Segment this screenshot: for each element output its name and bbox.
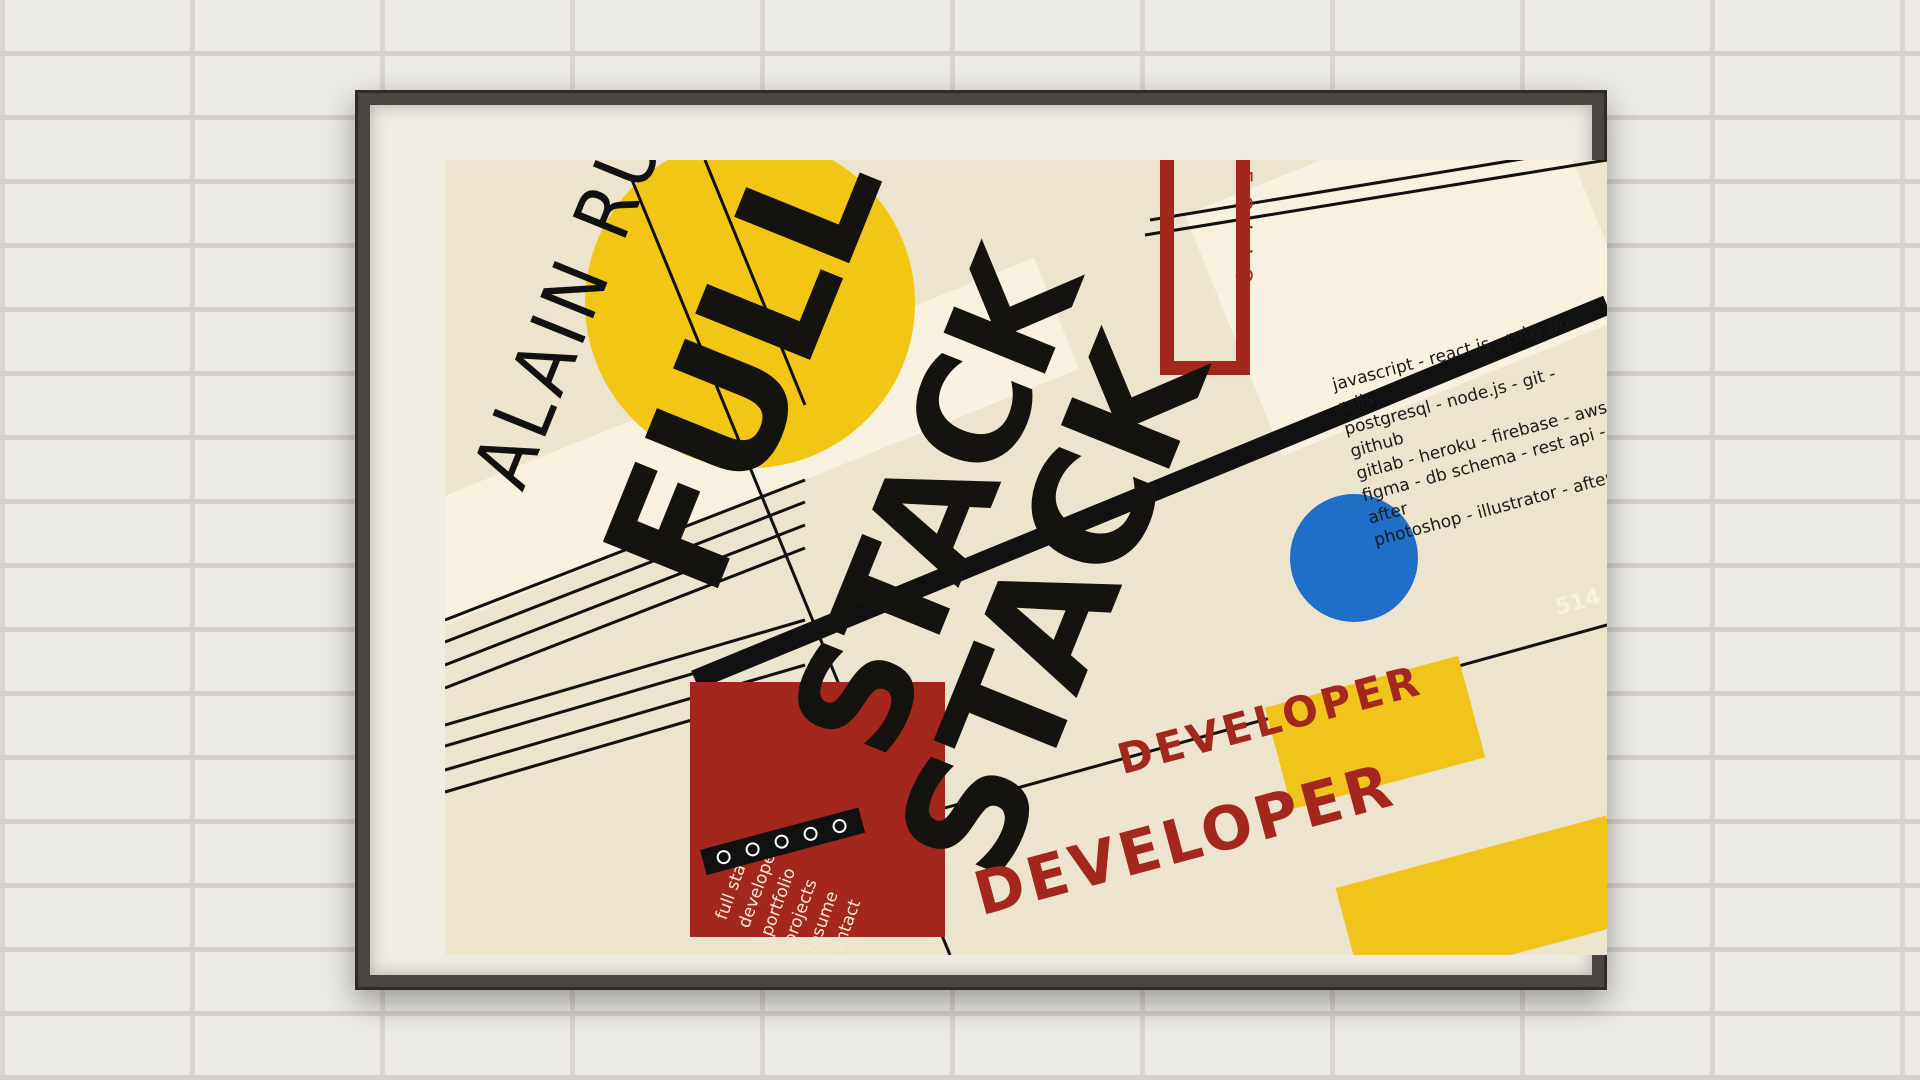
nav-dot-icon[interactable]: [830, 817, 849, 835]
frame-mat: FOLIO ALAIN RUSNOV FULL STACK STACK DEVE…: [370, 105, 1607, 975]
poster: FOLIO ALAIN RUSNOV FULL STACK STACK DEVE…: [445, 160, 1607, 955]
nav-dot-icon[interactable]: [773, 833, 791, 851]
nav-dot-icon[interactable]: [802, 825, 820, 843]
nav-dot-icon[interactable]: [715, 848, 733, 866]
nav-dot-icon[interactable]: [744, 840, 762, 858]
folio-label: FOLIO: [1230, 170, 1255, 297]
picture-frame: FOLIO ALAIN RUSNOV FULL STACK STACK DEVE…: [355, 90, 1607, 990]
